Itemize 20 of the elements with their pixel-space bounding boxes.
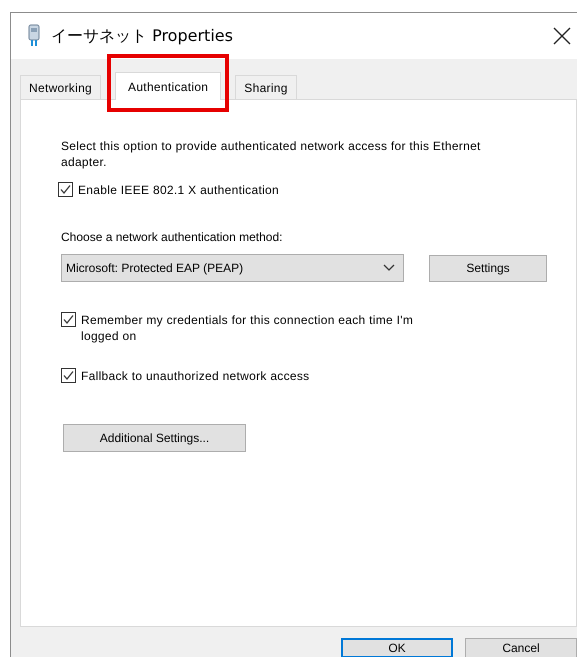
settings-button[interactable]: Settings bbox=[429, 254, 547, 282]
tab[interactable]: Authentication bbox=[115, 72, 222, 100]
checkbox[interactable] bbox=[61, 368, 76, 383]
checkbox[interactable] bbox=[58, 182, 73, 197]
caret-icon bbox=[383, 264, 395, 272]
network-adapter-icon bbox=[27, 24, 41, 48]
method-dropdown[interactable]: Microsoft: Protected EAP (PEAP) bbox=[61, 254, 404, 282]
dialog-button[interactable]: Cancel bbox=[465, 638, 577, 657]
checkbox[interactable] bbox=[61, 312, 76, 327]
checkbox-label: Fallback to unauthorized network access bbox=[81, 368, 310, 384]
tab[interactable]: Networking bbox=[20, 75, 102, 99]
window-title: イーサネット Properties bbox=[51, 26, 234, 46]
additional-settings-button[interactable]: Additional Settings... bbox=[63, 424, 246, 452]
method-label: Choose a network authentication method: bbox=[61, 230, 284, 244]
checkbox-label: Remember my credentials for this connection each time I'm logged on bbox=[81, 312, 414, 344]
close-icon[interactable] bbox=[553, 27, 571, 45]
description-text: Select this option to provide authenticated network access for this Ethernet adapter. bbox=[61, 138, 482, 170]
checkbox-label: Enable IEEE 802.1 X authentication bbox=[78, 182, 280, 198]
tab[interactable]: Sharing bbox=[235, 75, 297, 99]
dialog-button[interactable]: OK bbox=[341, 638, 453, 657]
